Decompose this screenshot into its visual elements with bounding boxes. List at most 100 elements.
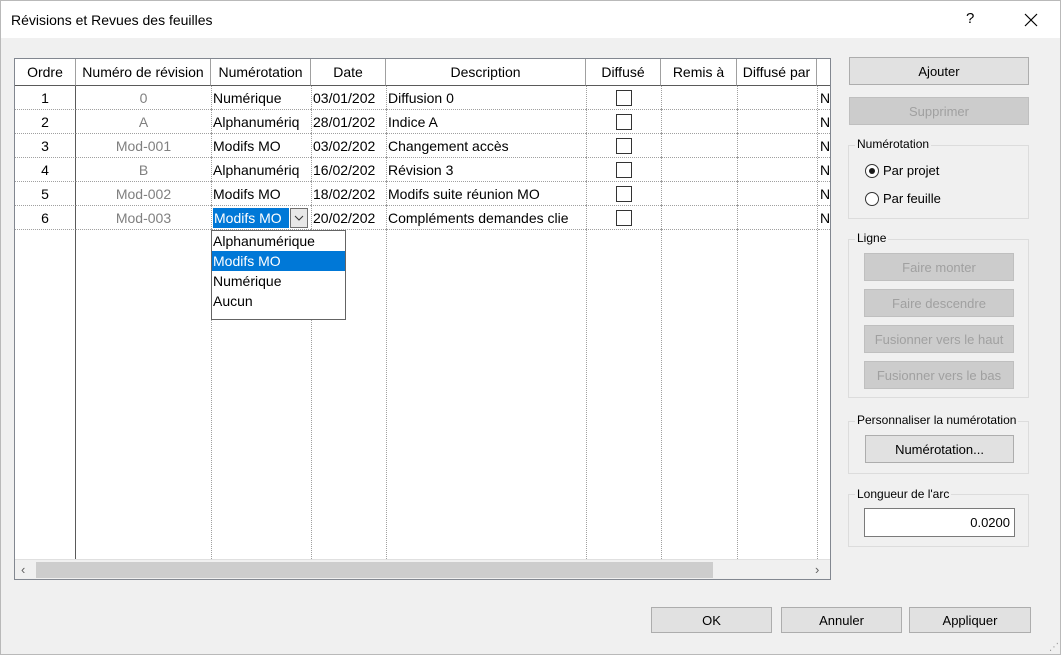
cell-diffuse[interactable]	[586, 182, 661, 206]
cell-description[interactable]: Changement accès	[386, 134, 586, 158]
title-bar: Révisions et Revues des feuilles ?	[0, 0, 1061, 38]
fusionner-bas-button[interactable]: Fusionner vers le bas	[864, 361, 1014, 389]
header-diffuse[interactable]: Diffusé	[586, 59, 661, 86]
cell-remis-a[interactable]	[661, 158, 737, 182]
cell-description[interactable]: Diffusion 0	[386, 86, 586, 110]
cell-numerotation[interactable]: Numérique	[211, 86, 311, 110]
personnaliser-group-label: Personnaliser la numérotation	[855, 413, 1019, 427]
header-date[interactable]: Date	[311, 59, 386, 86]
cell-diffuse[interactable]	[586, 158, 661, 182]
cell-numero-revision[interactable]: 0	[76, 86, 211, 110]
cell-numero-revision[interactable]: A	[76, 110, 211, 134]
cell-description[interactable]: Modifs suite réunion MO	[386, 182, 586, 206]
cell-remis-a[interactable]	[661, 206, 737, 230]
dropdown-option[interactable]: Alphanumérique	[212, 231, 345, 251]
dropdown-option[interactable]: Aucun	[212, 291, 345, 311]
longueur-arc-input[interactable]: 0.0200	[864, 508, 1015, 537]
cell-diffuse-par[interactable]	[737, 182, 817, 206]
diffuse-checkbox[interactable]	[615, 161, 632, 178]
cell-numero-revision[interactable]: Mod-002	[76, 182, 211, 206]
dropdown-option[interactable]: Modifs MO	[212, 251, 345, 271]
header-numerotation[interactable]: Numérotation	[211, 59, 311, 86]
row-ordre[interactable]: 3	[15, 134, 76, 158]
cell-diffuse[interactable]	[586, 134, 661, 158]
cell-date[interactable]: 18/02/202	[311, 182, 386, 206]
cell-remis-a[interactable]	[661, 110, 737, 134]
faire-monter-button[interactable]: Faire monter	[864, 253, 1014, 281]
row-ordre[interactable]: 1	[15, 86, 76, 110]
cell-overflow: N	[818, 110, 830, 134]
par-projet-radio[interactable]: Par projet	[865, 163, 939, 178]
header-remis-a[interactable]: Remis à	[661, 59, 737, 86]
annuler-button[interactable]: Annuler	[781, 607, 902, 633]
scroll-right-icon[interactable]: ›	[815, 562, 819, 577]
cell-diffuse-par[interactable]	[737, 158, 817, 182]
ok-button[interactable]: OK	[651, 607, 772, 633]
cell-numero-revision[interactable]: B	[76, 158, 211, 182]
diffuse-checkbox[interactable]	[615, 89, 632, 106]
header-description[interactable]: Description	[386, 59, 586, 86]
fusionner-haut-button[interactable]: Fusionner vers le haut	[864, 325, 1014, 353]
cell-numero-revision[interactable]: Mod-003	[76, 206, 211, 230]
cell-overflow: N	[818, 182, 830, 206]
cell-diffuse[interactable]	[586, 206, 661, 230]
cell-numero-revision[interactable]: Mod-001	[76, 134, 211, 158]
diffuse-checkbox[interactable]	[615, 209, 632, 226]
cell-diffuse[interactable]	[586, 110, 661, 134]
par-feuille-label: Par feuille	[883, 191, 941, 206]
supprimer-button[interactable]: Supprimer	[849, 97, 1029, 125]
help-button[interactable]: ?	[966, 10, 974, 27]
cell-numerotation-editing[interactable]: Modifs MO	[211, 206, 311, 230]
row-ordre[interactable]: 6	[15, 206, 76, 230]
cell-numerotation[interactable]: Alphanumériq	[211, 110, 311, 134]
dropdown-option[interactable]: Numérique	[212, 271, 345, 291]
cell-numerotation[interactable]: Modifs MO	[211, 182, 311, 206]
cell-numerotation[interactable]: Alphanumériq	[211, 158, 311, 182]
cell-remis-a[interactable]	[661, 182, 737, 206]
cell-date[interactable]: 28/01/202	[311, 110, 386, 134]
cell-remis-a[interactable]	[661, 86, 737, 110]
diffuse-checkbox[interactable]	[615, 113, 632, 130]
cell-description[interactable]: Révision 3	[386, 158, 586, 182]
ajouter-button[interactable]: Ajouter	[849, 57, 1029, 85]
cell-diffuse[interactable]	[586, 86, 661, 110]
faire-descendre-button[interactable]: Faire descendre	[864, 289, 1014, 317]
cell-date[interactable]: 03/02/202	[311, 134, 386, 158]
cell-diffuse-par[interactable]	[737, 206, 817, 230]
cell-date[interactable]: 03/01/202	[311, 86, 386, 110]
revisions-grid[interactable]: Ordre Numéro de révision Numérotation Date D…	[14, 58, 831, 580]
combo-dropdown-button[interactable]	[290, 208, 308, 228]
cell-remis-a[interactable]	[661, 134, 737, 158]
diffuse-checkbox[interactable]	[615, 137, 632, 154]
appliquer-button[interactable]: Appliquer	[909, 607, 1031, 633]
row-ordre[interactable]: 2	[15, 110, 76, 134]
cell-diffuse-par[interactable]	[737, 110, 817, 134]
close-icon	[1024, 13, 1038, 27]
numerotation-combo-value[interactable]: Modifs MO	[213, 208, 289, 228]
cell-date[interactable]: 16/02/202	[311, 158, 386, 182]
row-ordre[interactable]: 4	[15, 158, 76, 182]
resize-grip-icon[interactable]: ⋰	[1049, 642, 1059, 653]
close-button[interactable]	[1019, 9, 1043, 31]
cell-diffuse-par[interactable]	[737, 86, 817, 110]
ligne-group-label: Ligne	[855, 231, 889, 245]
row-ordre[interactable]: 5	[15, 182, 76, 206]
par-feuille-radio[interactable]: Par feuille	[865, 191, 941, 206]
radio-unchecked-icon	[865, 191, 879, 206]
horizontal-scrollbar[interactable]: ‹ ›	[15, 559, 830, 579]
cell-date[interactable]: 20/02/202	[311, 206, 386, 230]
numerotation-button[interactable]: Numérotation...	[865, 435, 1014, 463]
header-numero-revision[interactable]: Numéro de révision	[76, 59, 211, 86]
numerotation-dropdown-list[interactable]: Alphanumérique Modifs MO Numérique Aucun	[211, 230, 346, 320]
cell-description[interactable]: Indice A	[386, 110, 586, 134]
diffuse-checkbox[interactable]	[615, 185, 632, 202]
header-ordre[interactable]: Ordre	[15, 59, 76, 86]
cell-diffuse-par[interactable]	[737, 134, 817, 158]
header-overflow	[817, 59, 830, 86]
cell-numerotation[interactable]: Modifs MO	[211, 134, 311, 158]
cell-description[interactable]: Compléments demandes clie	[386, 206, 586, 230]
cell-overflow: N	[818, 134, 830, 158]
header-diffuse-par[interactable]: Diffusé par	[737, 59, 817, 86]
scrollbar-thumb[interactable]	[36, 562, 713, 578]
scroll-left-icon[interactable]: ‹	[21, 562, 25, 577]
